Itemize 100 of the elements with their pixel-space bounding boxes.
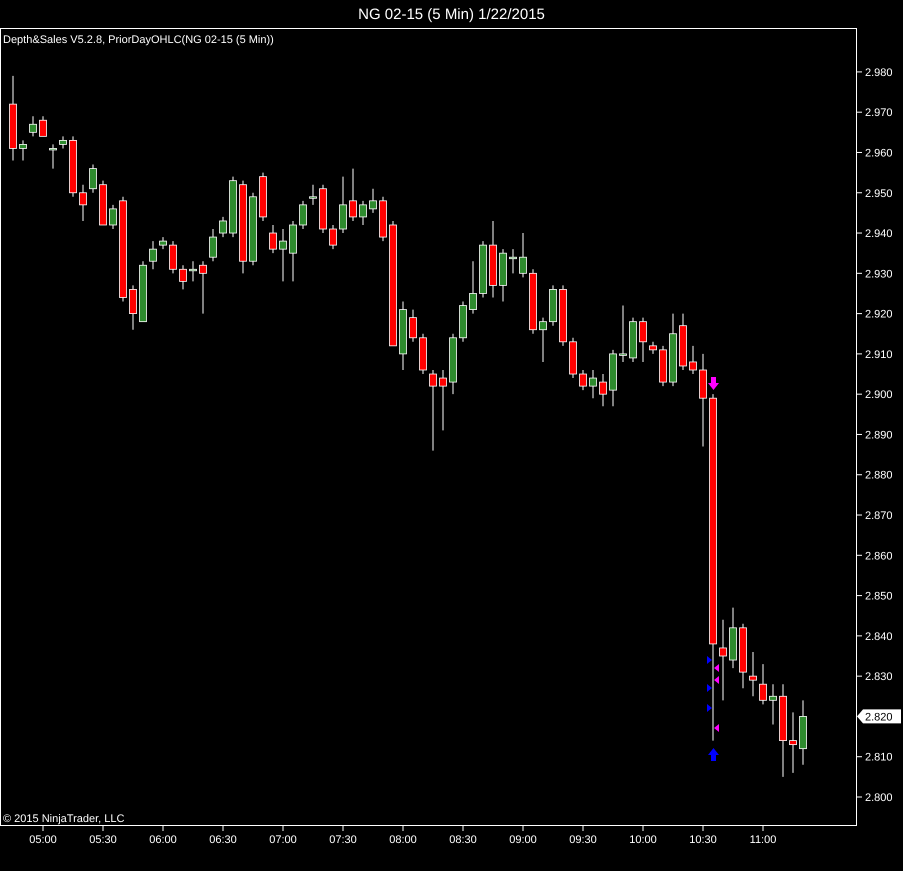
- candle: [589, 370, 597, 399]
- candle: [509, 248, 517, 274]
- y-axis-label: 2.810: [865, 752, 893, 764]
- x-axis-label: 06:30: [209, 834, 237, 846]
- candle: [99, 180, 107, 226]
- candle: [289, 220, 297, 282]
- indicator-label: Depth&Sales V5.2.8, PriorDayOHLC(NG 02-15 (5 Min)): [3, 34, 274, 46]
- y-axis-label: 2.830: [865, 671, 893, 684]
- candle: [59, 136, 67, 149]
- window-title: NG 02-15 (5 Min) 1/22/2015: [358, 6, 545, 22]
- candle: [659, 345, 667, 387]
- y-axis-label: 2.930: [865, 268, 893, 280]
- candle: [449, 333, 457, 395]
- candle: [39, 116, 47, 137]
- down-arrow-icon: [708, 377, 719, 390]
- y-axis-label: 2.980: [865, 66, 893, 79]
- y-axis-label: 2.860: [865, 550, 893, 562]
- candle: [29, 116, 37, 137]
- candle: [179, 264, 187, 290]
- candle: [609, 349, 617, 407]
- candle: [559, 284, 567, 346]
- candle: [269, 224, 277, 254]
- candle: [739, 623, 747, 689]
- candle: [649, 341, 657, 354]
- candle: [129, 284, 137, 330]
- candle: [299, 200, 307, 230]
- candle: [419, 333, 427, 375]
- candle: [139, 260, 147, 322]
- x-axis-label: 08:00: [389, 834, 417, 846]
- candle: [749, 651, 757, 697]
- x-axis-label: 10:30: [689, 834, 717, 846]
- copyright-text: © 2015 NinjaTrader, LLC: [3, 813, 124, 825]
- y-axis-label: 2.960: [865, 147, 893, 160]
- x-axis-label: 08:30: [449, 834, 477, 846]
- up-arrow-icon: [708, 748, 719, 761]
- y-axis-label: 2.950: [865, 188, 893, 200]
- candle: [229, 176, 237, 238]
- x-axis-label: 05:30: [89, 834, 117, 846]
- candle: [309, 184, 317, 206]
- candle: [329, 224, 337, 250]
- candle: [169, 240, 177, 274]
- candle: [729, 607, 737, 669]
- candle: [279, 228, 287, 282]
- candle: [619, 305, 627, 362]
- y-axis-label: 2.840: [865, 630, 893, 643]
- x-axis-label: 11:00: [750, 834, 776, 846]
- candle: [69, 136, 77, 198]
- y-axis-label: 2.880: [865, 470, 893, 482]
- candle: [209, 228, 217, 262]
- candle: [569, 337, 577, 379]
- candle: [579, 370, 587, 391]
- candle: [219, 216, 227, 238]
- candle: [379, 196, 387, 242]
- candle: [319, 184, 327, 234]
- candle: [19, 140, 27, 162]
- candle: [639, 317, 647, 362]
- candle: [529, 268, 537, 334]
- y-axis-label: 2.910: [865, 348, 893, 361]
- x-axis-label: 06:00: [149, 834, 177, 846]
- candle: [499, 248, 507, 302]
- candle: [549, 284, 557, 326]
- x-axis-label: 09:30: [569, 834, 597, 846]
- candle: [339, 176, 347, 234]
- candle: [629, 317, 637, 362]
- y-axis-label: 2.870: [865, 510, 893, 522]
- candle: [769, 684, 777, 725]
- candle: [469, 260, 477, 314]
- candle: [89, 164, 97, 194]
- x-axis-label: 10:00: [629, 834, 657, 846]
- candle: [159, 236, 167, 250]
- candle: [759, 664, 767, 705]
- candle: [369, 188, 377, 214]
- candle: [359, 200, 367, 226]
- candle: [149, 240, 157, 270]
- candle: [399, 301, 407, 370]
- candle: [199, 260, 207, 314]
- candle: [109, 204, 117, 230]
- candle: [79, 184, 87, 222]
- y-axis-label: 2.890: [865, 429, 893, 442]
- candle: [689, 345, 697, 375]
- candle: [49, 144, 57, 170]
- candle: [459, 301, 467, 342]
- x-axis-label: 07:30: [329, 834, 357, 846]
- candle: [259, 172, 267, 222]
- y-axis-label: 2.900: [865, 389, 893, 402]
- y-axis-label: 2.920: [865, 308, 893, 321]
- candle: [679, 313, 687, 370]
- candle: [439, 370, 447, 431]
- last-price-marker: 2.820: [857, 709, 901, 724]
- triangle-icon: [714, 724, 719, 732]
- candle: [799, 700, 807, 766]
- candle: [599, 374, 607, 407]
- x-axis-label: 09:00: [509, 834, 537, 846]
- candle: [789, 712, 797, 774]
- candle: [519, 232, 527, 278]
- y-axis-label: 2.940: [865, 228, 893, 240]
- candle: [539, 317, 547, 362]
- y-axis-label: 2.970: [865, 107, 893, 120]
- candle: [479, 240, 487, 298]
- x-axis-label: 07:00: [269, 834, 297, 846]
